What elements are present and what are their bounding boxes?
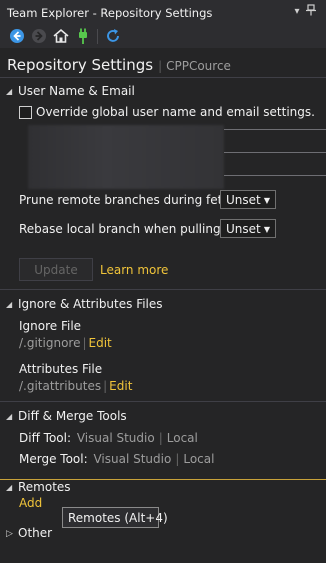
title-separator: | [158,59,163,73]
pipe-separator: | [82,336,87,350]
diff-local-option[interactable]: Local [167,431,198,445]
page-title: Repository Settings | CPPCource [7,56,231,74]
ignore-file-row: /.gitignore | Edit [19,336,112,350]
ignore-file-path: /.gitignore [19,336,81,350]
redacted-area [28,125,224,189]
merge-tool-row: Merge Tool: Visual Studio | Local [19,452,214,466]
override-label: Override global user name and email sett… [36,105,315,119]
attributes-file-title: Attributes File [19,362,103,376]
email-field[interactable] [224,152,326,153]
diff-tool-label: Diff Tool: [19,431,72,445]
prune-label: Prune remote branches during fetch: [19,193,241,207]
window-title: Team Explorer - Repository Settings [7,6,213,20]
attributes-file-path: /.gitattributes [19,379,102,393]
ignore-file-title: Ignore File [19,319,82,333]
section-divider [0,289,326,290]
section-remotes[interactable]: ◢ Remotes [6,480,71,494]
merge-local-option[interactable]: Local [183,452,214,466]
chevron-down-icon: ▼ [263,225,270,234]
pipe-separator: | [103,379,108,393]
toolbar [0,24,326,48]
ignore-edit-link[interactable]: Edit [89,336,112,350]
refresh-icon[interactable] [104,27,122,45]
expanded-triangle-icon: ◢ [6,483,13,492]
prune-select-value: Unset [226,193,261,207]
pin-icon[interactable] [304,4,318,20]
section-title: Ignore & Attributes Files [18,297,163,311]
chevron-down-icon: ▼ [263,196,270,205]
user-name-field[interactable] [224,129,326,130]
section-user-name-email[interactable]: ◢ User Name & Email [6,84,135,98]
merge-visual-studio-option[interactable]: Visual Studio [93,452,171,466]
attributes-file-row: /.gitattributes | Edit [19,379,132,393]
section-ignore-attributes[interactable]: ◢ Ignore & Attributes Files [6,297,163,311]
forward-icon[interactable] [30,27,48,45]
pipe-separator: | [175,452,180,466]
merge-tool-label: Merge Tool: [19,452,88,466]
expanded-triangle-icon: ◢ [6,412,13,421]
section-divider [0,401,326,402]
toolbar-separator [97,29,98,44]
dropdown-arrow-icon[interactable]: ▾ [290,4,304,20]
back-icon[interactable] [8,27,26,45]
section-other[interactable]: ▷ Other [6,526,52,540]
remotes-tooltip: Remotes (Alt+4) [62,507,168,528]
page-title-text: Repository Settings [7,56,154,74]
section-title: User Name & Email [18,84,135,98]
collapsed-triangle-icon: ▷ [6,529,13,539]
home-icon[interactable] [52,27,70,45]
attributes-edit-link[interactable]: Edit [109,379,132,393]
section-title: Diff & Merge Tools [18,409,127,423]
expanded-triangle-icon: ◢ [6,300,13,309]
connect-icon[interactable] [74,27,92,45]
header-divider [0,77,326,78]
rebase-label: Rebase local branch when pulling: [19,222,225,236]
diff-visual-studio-option[interactable]: Visual Studio [77,431,155,445]
update-button[interactable]: Update [19,258,93,281]
override-checkbox[interactable] [19,106,32,119]
section-title: Remotes [18,480,71,494]
rebase-select-value: Unset [226,222,261,236]
prune-select[interactable]: Unset ▼ [220,190,276,209]
section-title: Other [18,526,53,540]
add-remote-link[interactable]: Add [19,496,42,510]
diff-tool-row: Diff Tool: Visual Studio | Local [19,431,198,445]
rebase-select[interactable]: Unset ▼ [220,219,276,238]
learn-more-link[interactable]: Learn more [100,263,168,277]
repo-name: CPPCource [166,59,231,73]
section-diff-merge-tools[interactable]: ◢ Diff & Merge Tools [6,409,127,423]
expanded-triangle-icon: ◢ [6,87,13,96]
pipe-separator: | [158,431,163,445]
extra-field[interactable] [224,175,326,176]
